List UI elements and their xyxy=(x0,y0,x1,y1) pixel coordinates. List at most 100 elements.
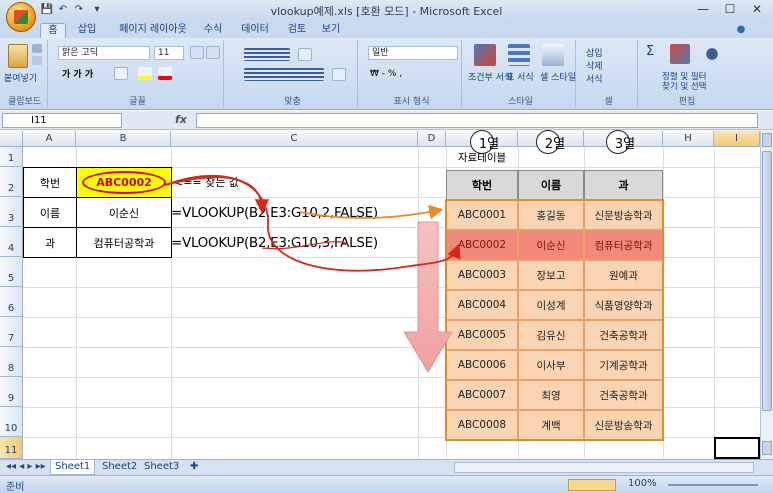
table-cell[interactable]: 이순신 xyxy=(518,230,584,260)
scroll-thumb[interactable] xyxy=(762,151,772,411)
col-header-c[interactable]: C xyxy=(171,131,418,147)
fill-color-icon[interactable] xyxy=(138,67,152,80)
col-header-a[interactable]: A xyxy=(23,131,76,147)
merge-icon[interactable] xyxy=(332,68,346,81)
table-cell[interactable]: 이사부 xyxy=(518,350,584,380)
border-icon[interactable] xyxy=(114,67,128,80)
insert-cells-button[interactable]: 삽입 xyxy=(586,46,603,59)
tab-formulas[interactable]: 수식 xyxy=(198,23,228,38)
row-header-8[interactable]: 8 xyxy=(0,347,23,377)
cell-style-icon[interactable] xyxy=(542,44,564,66)
cell-b4[interactable]: 컴퓨터공학과 xyxy=(76,227,172,258)
orientation-icon[interactable] xyxy=(298,48,312,61)
row-header-7[interactable]: 7 xyxy=(0,317,23,347)
table-cell[interactable]: ABC0006 xyxy=(446,350,518,380)
row-header-2[interactable]: 2 xyxy=(0,167,23,197)
currency-format-buttons[interactable]: ₩ - % , xyxy=(370,69,402,79)
scroll-up-icon[interactable] xyxy=(762,133,772,147)
conditional-format-icon[interactable] xyxy=(474,44,496,66)
table-format-icon[interactable] xyxy=(508,44,530,66)
maximize-button[interactable]: ☐ xyxy=(717,1,743,18)
cell-a4[interactable]: 과 xyxy=(23,227,77,258)
table-cell[interactable]: 기계공학과 xyxy=(584,350,663,380)
row-header-5[interactable]: 5 xyxy=(0,257,23,287)
shrink-font-icon[interactable] xyxy=(206,46,220,59)
table-cell[interactable]: ABC0004 xyxy=(446,290,518,320)
table-cell[interactable]: 건축공학과 xyxy=(584,320,663,350)
find-select-label[interactable]: 찾기 및 선택 xyxy=(662,80,707,92)
table-cell[interactable]: 건축공학과 xyxy=(584,380,663,410)
table-cell[interactable]: 김유신 xyxy=(518,320,584,350)
table-cell[interactable]: ABC0005 xyxy=(446,320,518,350)
sheet-tab-1[interactable]: Sheet1 xyxy=(50,460,96,475)
table-cell[interactable]: 이성계 xyxy=(518,290,584,320)
sheet-tab-3[interactable]: Sheet3 xyxy=(140,460,183,475)
table-cell[interactable]: 신문방송학과 xyxy=(584,410,663,440)
table-header-3[interactable]: 과 xyxy=(584,170,663,200)
col-header-d[interactable]: D xyxy=(418,131,446,147)
row-header-10[interactable]: 10 xyxy=(0,407,23,437)
minimize-button[interactable]: — xyxy=(690,1,716,18)
autosum-icon[interactable]: Σ xyxy=(646,44,660,59)
grow-font-icon[interactable] xyxy=(190,46,204,59)
row-header-11[interactable]: 11 xyxy=(0,437,23,459)
table-cell[interactable]: ABC0008 xyxy=(446,410,518,440)
table-cell[interactable]: 최영 xyxy=(518,380,584,410)
table-cell[interactable]: 홍길동 xyxy=(518,200,584,230)
sort-filter-icon[interactable] xyxy=(670,44,690,64)
table-header-1[interactable]: 학번 xyxy=(446,170,518,200)
copy-icon[interactable] xyxy=(32,56,42,65)
col-header-b[interactable]: B xyxy=(76,131,171,147)
cell-c2[interactable]: <== 찾는 값 xyxy=(174,167,239,197)
zoom-slider[interactable] xyxy=(668,484,758,486)
row-header-9[interactable]: 9 xyxy=(0,377,23,407)
font-color-icon[interactable] xyxy=(158,67,172,80)
select-all-corner[interactable] xyxy=(0,131,23,147)
paste-label[interactable]: 붙여넣기 xyxy=(4,71,37,84)
tab-view[interactable]: 보기 xyxy=(316,23,346,38)
close-button[interactable]: ✕ xyxy=(744,1,770,18)
font-size-select[interactable]: 11 xyxy=(154,46,184,60)
bold-icon[interactable]: 가 가 가 xyxy=(62,67,93,80)
fx-icon[interactable]: fx xyxy=(175,113,187,126)
tab-insert[interactable]: 삽입 xyxy=(72,23,102,38)
table-header-2[interactable]: 이름 xyxy=(518,170,584,200)
tab-review[interactable]: 검토 xyxy=(282,23,312,38)
tab-page-layout[interactable]: 페이지 레이아웃 xyxy=(108,23,198,38)
sheet-tab-2[interactable]: Sheet2 xyxy=(98,460,141,475)
horizontal-align-icon[interactable] xyxy=(244,68,324,81)
table-cell[interactable]: 원예과 xyxy=(584,260,663,290)
sheet-nav-icons[interactable]: ◂◂ ◂ ▸ ▸▸ xyxy=(2,460,50,475)
cell-c3-formula[interactable]: =VLOOKUP(B2,E3:G10,2,FALSE) xyxy=(171,205,378,221)
formula-input[interactable] xyxy=(196,113,758,128)
col-header-h[interactable]: H xyxy=(663,131,714,147)
find-select-icon[interactable] xyxy=(702,44,722,64)
table-cell[interactable]: ABC0002 xyxy=(446,230,518,260)
table-cell[interactable]: 식품영양학과 xyxy=(584,290,663,320)
table-cell[interactable]: 장보고 xyxy=(518,260,584,290)
zoom-level[interactable]: 100% xyxy=(628,478,657,489)
vertical-align-icon[interactable] xyxy=(244,48,290,61)
format-cells-button[interactable]: 서식 xyxy=(586,72,603,85)
table-cell[interactable]: ABC0007 xyxy=(446,380,518,410)
insert-sheet-icon[interactable]: ✚ xyxy=(186,460,202,475)
table-format-label[interactable]: 표 서식 xyxy=(506,70,534,83)
delete-cells-button[interactable]: 삭제 xyxy=(586,59,603,72)
table-cell[interactable]: 컴퓨터공학과 xyxy=(584,230,663,260)
selected-cell-i11[interactable] xyxy=(714,437,760,459)
col-header-i[interactable]: I xyxy=(714,131,760,147)
table-cell[interactable]: ABC0001 xyxy=(446,200,518,230)
cell-c4-formula[interactable]: =VLOOKUP(B2,E3:G10,3,FALSE) xyxy=(171,235,378,251)
office-button[interactable] xyxy=(6,2,36,32)
row-header-4[interactable]: 4 xyxy=(0,227,23,257)
tab-data[interactable]: 데이터 xyxy=(234,23,276,38)
name-box[interactable]: I11 xyxy=(2,113,122,128)
cell-a3[interactable]: 이름 xyxy=(23,197,77,228)
vertical-scrollbar[interactable] xyxy=(760,131,773,459)
help-icon[interactable]: ● xyxy=(735,23,747,38)
cell-a2[interactable]: 학번 xyxy=(23,167,77,198)
table-cell[interactable]: 신문방송학과 xyxy=(584,200,663,230)
cut-icon[interactable] xyxy=(32,44,42,53)
cell-style-label[interactable]: 셀 스타일 xyxy=(540,70,576,83)
table-cell[interactable]: ABC0003 xyxy=(446,260,518,290)
